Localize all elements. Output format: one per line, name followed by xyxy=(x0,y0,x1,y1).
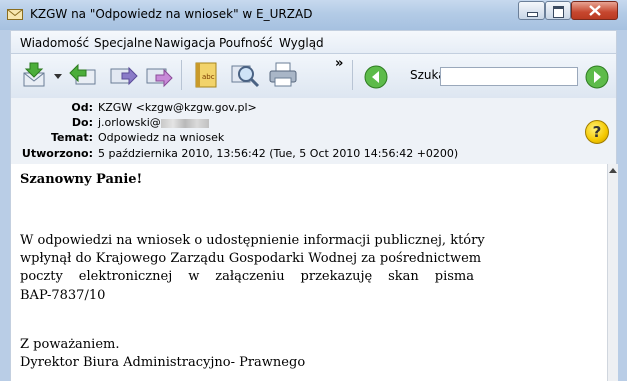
chevron-down-icon[interactable] xyxy=(54,74,62,80)
search-input[interactable] xyxy=(440,67,578,86)
closing: Z poważaniem. xyxy=(20,337,120,352)
from-value[interactable]: KZGW <kzgw@kzgw.gov.pl> xyxy=(98,101,257,114)
title-bar: KZGW na "Odpowiedz na wniosek" w E_URZAD xyxy=(0,0,627,30)
to-label: Do: xyxy=(71,116,93,129)
from-label: Od: xyxy=(71,101,93,114)
menu-wiadomosc[interactable]: Wiadomość xyxy=(20,36,89,50)
to-value-row[interactable]: j.orlowski@ xyxy=(98,116,209,129)
message-body: Szanowny Panie! W odpowiedzi na wniosek … xyxy=(10,164,607,381)
search-messages-icon[interactable] xyxy=(230,61,260,89)
signature: Dyrektor Biura Administracyjno- Prawnego xyxy=(20,355,306,370)
paragraph-line: poczty elektronicznej w załączeniu przek… xyxy=(20,269,474,284)
help-icon[interactable]: ? xyxy=(585,120,609,144)
reply-all-icon[interactable] xyxy=(68,61,98,89)
redirect-icon[interactable] xyxy=(144,61,174,89)
forward-arrow-icon[interactable] xyxy=(585,65,609,89)
menu-wyglad[interactable]: Wygląd xyxy=(279,36,324,50)
subject-value: Odpowiedz na wniosek xyxy=(98,131,225,144)
greeting: Szanowny Panie! xyxy=(20,172,143,187)
created-label: Utworzono: xyxy=(21,147,93,160)
get-mail-icon[interactable] xyxy=(21,61,51,89)
paragraph-line: W odpowiedzi na wniosek o udostępnienie … xyxy=(20,233,485,248)
created-value: 5 października 2010, 13:56:42 (Tue, 5 Oc… xyxy=(98,147,459,160)
mail-window: KZGW na "Odpowiedz na wniosek" w E_URZAD… xyxy=(0,0,627,381)
message-paragraph: W odpowiedzi na wniosek o udostępnienie … xyxy=(20,233,485,287)
window-title: KZGW na "Odpowiedz na wniosek" w E_URZAD xyxy=(30,7,313,21)
subject-label: Temat: xyxy=(50,131,93,144)
window-frame-right xyxy=(617,30,627,381)
vertical-scrollbar[interactable] xyxy=(607,164,618,381)
scroll-up-icon[interactable] xyxy=(609,168,617,173)
paragraph-line: BAP-7837/10 xyxy=(20,288,106,303)
window-frame-left xyxy=(0,30,10,381)
forward-icon[interactable] xyxy=(108,61,138,89)
print-icon[interactable] xyxy=(268,61,298,89)
close-button[interactable] xyxy=(571,1,618,20)
redacted-address xyxy=(160,118,209,128)
toolbar-separator xyxy=(181,60,182,90)
to-value: j.orlowski@ xyxy=(98,116,161,129)
menu-specjalne[interactable]: Specjalne xyxy=(94,36,152,50)
menu-bar: Wiadomość Specjalne Nawigacja Poufność W… xyxy=(10,30,617,54)
paragraph-line: wpłynął do Krajowego Zarządu Gospodarki … xyxy=(20,251,482,266)
back-arrow-icon[interactable] xyxy=(364,65,388,89)
message-headers: Od: KZGW <kzgw@kzgw.gov.pl> Do: j.orlows… xyxy=(10,98,617,164)
menu-nawigacja[interactable]: Nawigacja xyxy=(154,36,216,50)
toolbar-overflow-chevron[interactable]: » xyxy=(335,56,343,71)
maximize-button[interactable] xyxy=(545,1,571,20)
close-icon xyxy=(589,5,601,16)
svg-text:abc: abc xyxy=(202,73,215,81)
maximize-icon xyxy=(553,6,564,18)
envelope-icon xyxy=(7,9,23,20)
menu-poufnosc[interactable]: Poufność xyxy=(219,36,273,50)
minimize-button[interactable] xyxy=(518,1,545,20)
minimize-icon xyxy=(527,12,538,17)
toolbar-separator xyxy=(352,60,353,90)
address-book-icon[interactable]: abc xyxy=(191,61,221,89)
